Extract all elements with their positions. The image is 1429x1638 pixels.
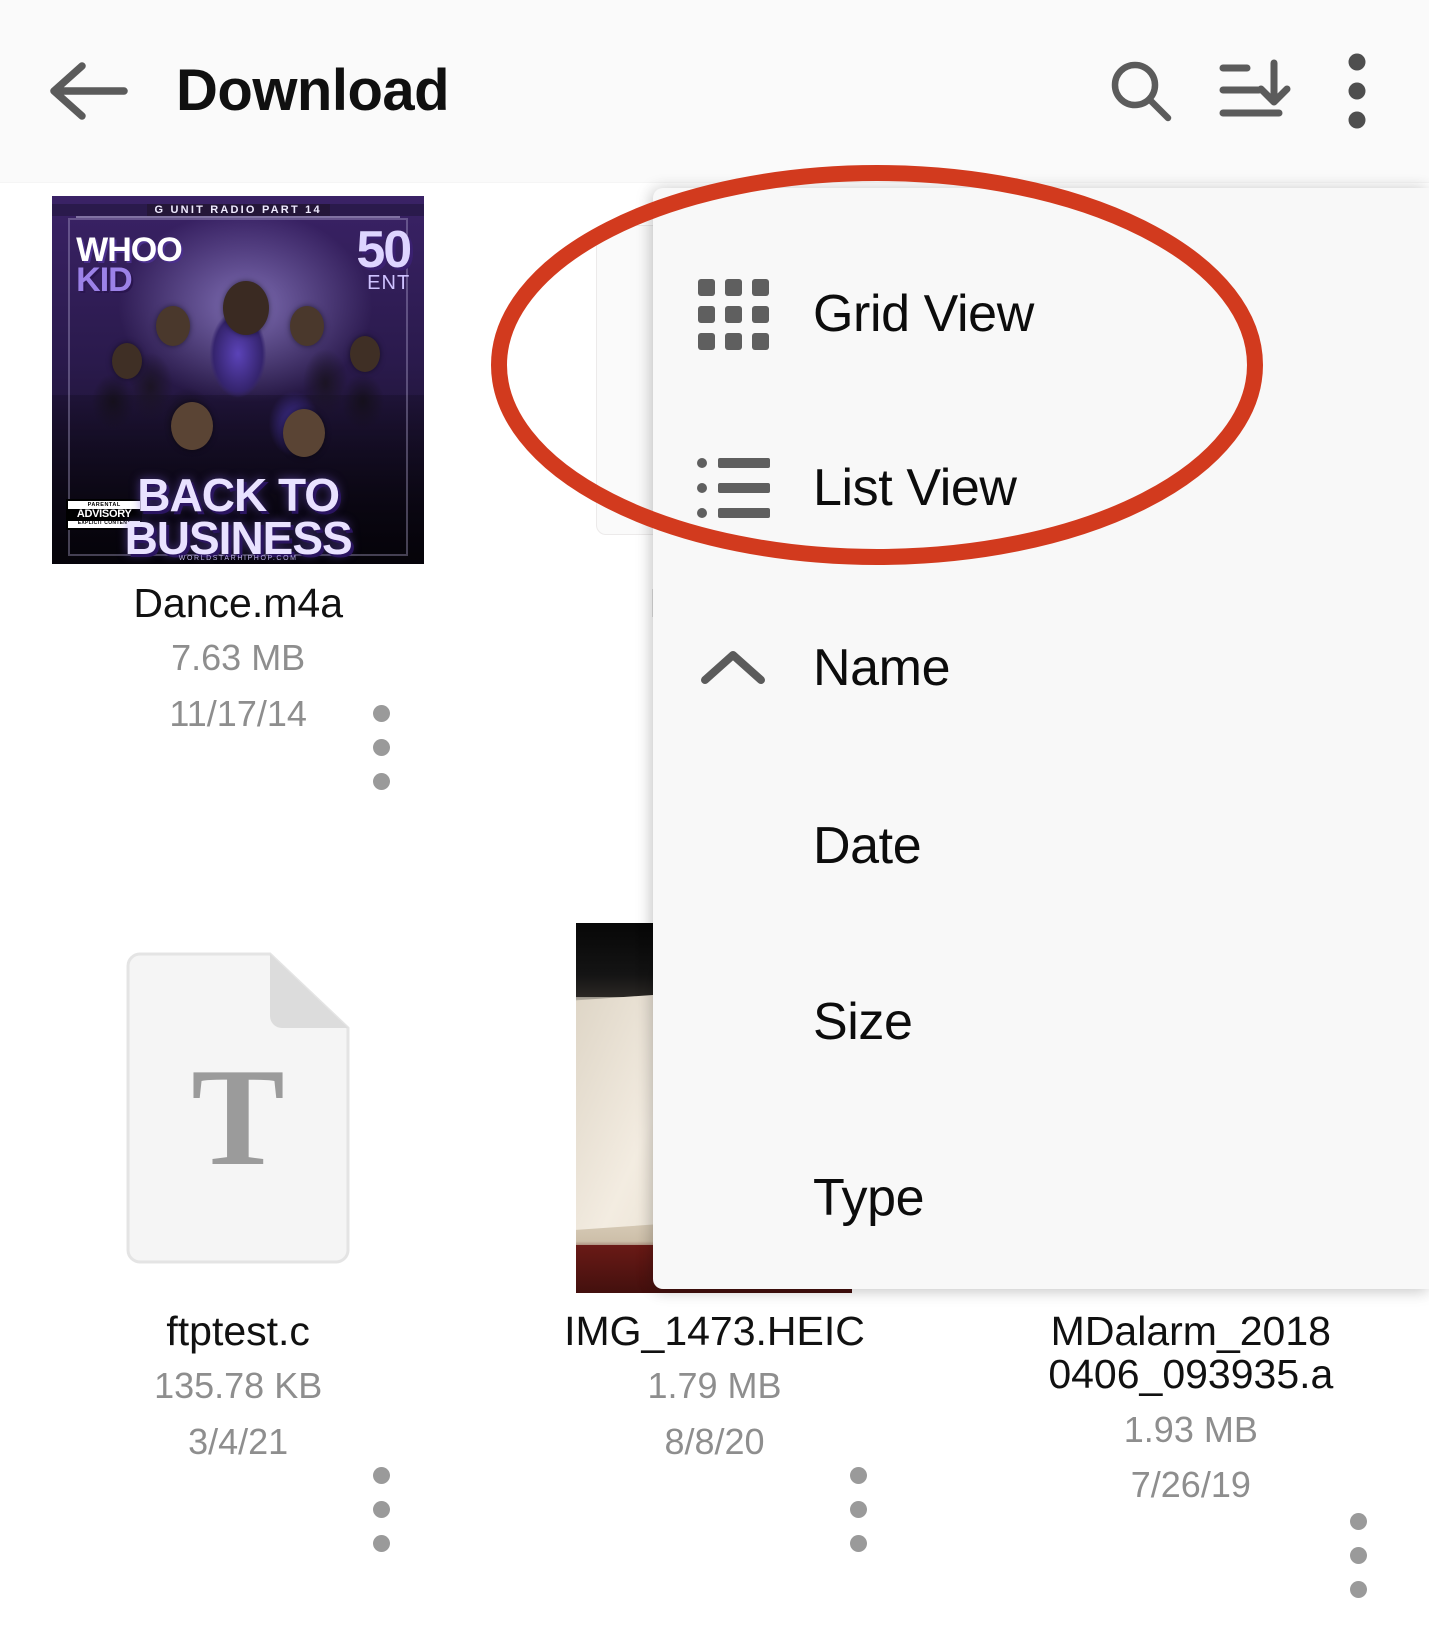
file-date: 7/26/19 xyxy=(1131,1462,1251,1507)
app-bar: Download xyxy=(0,0,1429,182)
file-options-button[interactable] xyxy=(850,1467,867,1552)
album-title: BACK TO BUSINESS xyxy=(52,474,424,560)
file-size: 135.78 KB xyxy=(154,1363,322,1408)
file-options-button[interactable] xyxy=(373,705,390,790)
menu-item-label: Grid View xyxy=(813,284,1034,344)
file-size: 1.79 MB xyxy=(647,1363,781,1408)
chevron-up-icon xyxy=(697,646,769,690)
menu-item-label: List View xyxy=(813,458,1017,518)
file-name: Dance.m4a xyxy=(133,582,343,625)
file-size: 7.63 MB xyxy=(171,635,305,680)
more-vertical-icon xyxy=(1347,53,1367,129)
menu-item-sort-date[interactable]: Date xyxy=(653,766,1429,926)
chevron-up-icon-wrap xyxy=(653,646,813,690)
file-date: 8/8/20 xyxy=(664,1419,764,1464)
menu-item-label: Size xyxy=(813,992,913,1052)
page-title: Download xyxy=(176,62,449,120)
grid-view-icon xyxy=(698,279,769,350)
file-name: MDalarm_2018 0406_093935.a xyxy=(981,1310,1401,1397)
thumbnail: T xyxy=(52,924,424,1292)
album-banner-text: G UNIT RADIO PART 14 xyxy=(52,204,424,216)
file-name: ftptest.c xyxy=(166,1310,310,1353)
album-artist-name: WHOO KID xyxy=(76,236,182,296)
sort-button[interactable] xyxy=(1199,33,1315,149)
sort-descending-icon xyxy=(1217,55,1297,127)
menu-item-sort-size[interactable]: Size xyxy=(653,942,1429,1102)
album-art-thumbnail: G UNIT RADIO PART 14 WHOO KID 50 ENT PAR… xyxy=(52,196,424,564)
arrow-left-icon xyxy=(48,60,128,122)
grid-view-icon-wrap xyxy=(653,279,813,350)
view-sort-dropdown-menu: Grid View List View Name Date xyxy=(653,188,1429,1289)
menu-item-label: Type xyxy=(813,1168,924,1228)
text-file-icon: T xyxy=(120,952,356,1264)
thumbnail: G UNIT RADIO PART 14 WHOO KID 50 ENT PAR… xyxy=(52,196,424,564)
file-options-button[interactable] xyxy=(1350,1513,1367,1598)
album-label: 50 ENT xyxy=(356,230,410,295)
file-name: IMG_1473.HEIC xyxy=(564,1310,865,1353)
back-button[interactable] xyxy=(28,31,148,151)
overflow-menu-button[interactable] xyxy=(1315,33,1399,149)
menu-item-grid-view[interactable]: Grid View xyxy=(653,234,1429,394)
search-icon xyxy=(1106,56,1176,126)
album-watermark: WORLDSTARHIPHOP.COM xyxy=(52,555,424,562)
file-size: 1.93 MB xyxy=(1124,1407,1258,1452)
file-manager-screen: Download xyxy=(0,0,1429,1638)
svg-text:T: T xyxy=(191,1040,284,1195)
list-view-icon xyxy=(697,458,770,518)
file-date: 3/4/21 xyxy=(188,1419,288,1464)
menu-item-sort-name[interactable]: Name xyxy=(653,588,1429,748)
file-card-dance[interactable]: G UNIT RADIO PART 14 WHOO KID 50 ENT PAR… xyxy=(0,182,476,910)
menu-item-label: Name xyxy=(813,638,950,698)
app-bar-actions xyxy=(1083,33,1429,149)
list-view-icon-wrap xyxy=(653,458,813,518)
file-date: 11/17/14 xyxy=(169,691,306,736)
search-button[interactable] xyxy=(1083,33,1199,149)
file-card-ftptest[interactable]: T ftptest.c 135.78 KB 3/4/21 xyxy=(0,910,476,1638)
menu-item-label: Date xyxy=(813,816,921,876)
menu-item-sort-type[interactable]: Type xyxy=(653,1118,1429,1278)
menu-item-list-view[interactable]: List View xyxy=(653,408,1429,568)
file-options-button[interactable] xyxy=(373,1467,390,1552)
